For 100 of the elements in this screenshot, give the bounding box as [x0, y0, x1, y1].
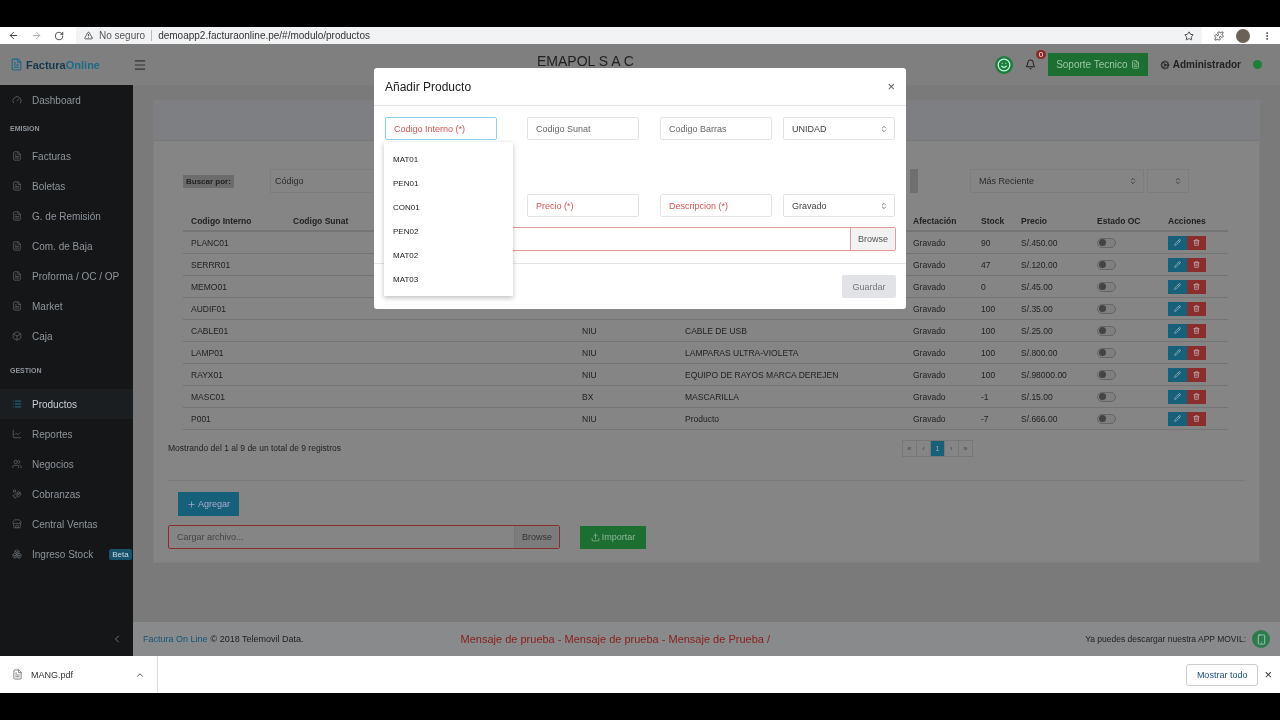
sidebar-item[interactable]: Com. de Baja: [0, 231, 133, 261]
column-header: Afectación: [913, 216, 958, 226]
download-filename: MANG.pdf: [31, 669, 73, 680]
table-cell-text: Producto: [685, 413, 721, 424]
show-all-button[interactable]: Mostrar todo: [1185, 663, 1259, 686]
input-field[interactable]: Precio (*): [527, 194, 639, 217]
address-bar[interactable]: No seguro demoapp2.facturaonline.pe/#/modulo/productos: [76, 27, 1202, 44]
table-cell-text: Gravado: [913, 303, 947, 314]
table-cell-text: 0: [981, 281, 987, 292]
input-field[interactable]: Descripcion (*): [660, 194, 772, 217]
close-button[interactable]: ×: [887, 79, 895, 94]
sidebar-item[interactable]: Boletas: [0, 171, 133, 201]
suggestion-option[interactable]: MAT01: [384, 147, 513, 171]
security-label: No seguro: [99, 30, 153, 41]
app-promo-text: Ya puedes descargar nuestra APP MOVIL:: [1085, 634, 1246, 644]
table-cell-text: CABLE DE USB: [685, 325, 748, 336]
table-cell-text: MASC01: [191, 391, 226, 402]
table-cell-text: Gravado: [913, 237, 947, 248]
user-menu[interactable]: Administrador: [1159, 59, 1241, 70]
table-cell-text: AUDIF01: [191, 303, 227, 314]
table-cell-text: 100: [981, 347, 997, 358]
table-cell-text: PLANC01: [191, 237, 230, 248]
marquee-message: Mensaje de prueba - Mensaje de prueba - Mensaje de Prueba /: [460, 633, 770, 645]
table-cell-text: S/.35.00: [1021, 303, 1054, 314]
copyright-text: © 2018 Telemovil Data.: [210, 634, 304, 644]
table-cell-text: Gravado: [913, 259, 947, 270]
sidebar-item[interactable]: Negocios: [0, 449, 133, 479]
support-button[interactable]: Soporte Tecnico: [1048, 53, 1148, 76]
table-cell-text: S/.98000.00: [1021, 369, 1068, 380]
search-by-label: Buscar por:: [183, 174, 234, 188]
table-cell-text: SERRR01: [191, 259, 232, 270]
table-cell-text: NIU: [582, 369, 598, 380]
table-cell-text: 100: [981, 303, 997, 314]
table-cell-text: LAMPARAS ULTRA-VIOLETA: [685, 347, 800, 358]
sidebar-item[interactable]: Central Ventas: [0, 509, 133, 539]
sidebar-item[interactable]: Productos: [0, 389, 133, 419]
table-cell-text: 90: [981, 237, 992, 248]
table-cell-text: S/.450.00: [1021, 237, 1059, 248]
column-header: Codigo Interno: [191, 216, 253, 226]
table-cell-text: Gravado: [913, 325, 947, 336]
table-cell-text: MASCARILLA: [685, 391, 740, 402]
table-cell-text: 100: [981, 369, 997, 380]
select-field[interactable]: UNIDAD: [783, 117, 895, 140]
logo-text: FacturaOnline: [26, 58, 100, 71]
sort-select[interactable]: Más Reciente: [970, 169, 1144, 193]
add-button[interactable]: Agregar: [178, 492, 239, 516]
table-cell-text: Gravado: [913, 413, 947, 424]
column-header: Acciones: [1168, 216, 1207, 226]
table-cell-text: P001: [191, 413, 212, 424]
column-header: Estado OC: [1097, 216, 1142, 226]
table-cell-text: S/.25.00: [1021, 325, 1054, 336]
table-cell-text: -7: [981, 413, 990, 424]
table-cell-text: NIU: [582, 413, 598, 424]
sidebar-item[interactable]: Cobranzas: [0, 479, 133, 509]
table-cell-text: S/.666.00: [1021, 413, 1059, 424]
suggestion-option[interactable]: CON01: [384, 195, 513, 219]
dialog-title: Añadir Producto: [385, 79, 472, 94]
table-cell-text: 100: [981, 325, 997, 336]
table-cell-text: Gravado: [913, 281, 947, 292]
column-header: Codigo Sunat: [293, 216, 350, 226]
column-header: Precio: [1021, 216, 1048, 226]
input-field[interactable]: Codigo Interno (*): [385, 117, 497, 140]
browse-button[interactable]: Browse: [850, 228, 895, 250]
table-cell-text: Gravado: [913, 347, 947, 358]
table-cell-text: EQUIPO DE RAYOS MARCA DEREJEN: [685, 369, 840, 380]
suggestion-option[interactable]: PEN01: [384, 171, 513, 195]
sidebar-item[interactable]: Caja: [0, 321, 133, 351]
sidebar-item[interactable]: Dashboard: [0, 85, 133, 115]
column-header: Stock: [981, 216, 1006, 226]
records-summary: Mostrando del 1 al 9 de un total de 9 registros: [168, 443, 341, 453]
sidebar-item[interactable]: Facturas: [0, 141, 133, 171]
table-cell-text: Gravado: [913, 391, 947, 402]
table-cell-text: S/.120.00: [1021, 259, 1059, 270]
table-cell-text: BX: [582, 391, 595, 402]
table-cell-text: LAMP01: [191, 347, 225, 358]
sidebar-item[interactable]: G. de Remisión: [0, 201, 133, 231]
table-cell-text: S/.800.00: [1021, 347, 1059, 358]
table-cell-text: NIU: [582, 325, 598, 336]
table-cell-text: -1: [981, 391, 990, 402]
url-text: demoapp2.facturaonline.pe/#/modulo/productos: [158, 30, 370, 41]
suggestion-option[interactable]: MAT03: [384, 267, 513, 291]
sidebar-item[interactable]: Ingreso Stock Beta: [0, 539, 133, 569]
table-cell-text: S/.15.00: [1021, 391, 1054, 402]
table-cell-text: MEMO01: [191, 281, 228, 292]
table-cell-text: CABLE01: [191, 325, 230, 336]
table-cell-text: S/.45.00: [1021, 281, 1054, 292]
close-downloads-button[interactable]: ×: [1264, 667, 1272, 682]
beta-badge: Beta: [109, 548, 132, 560]
table-cell-text: 47: [981, 259, 992, 270]
table-cell-text: Gravado: [913, 369, 947, 380]
sidebar-item[interactable]: Market: [0, 291, 133, 321]
table-cell-text: RAYX01: [191, 369, 224, 380]
company-name: EMAPOL S A C: [537, 52, 634, 69]
sidebar-item[interactable]: Reportes: [0, 419, 133, 449]
table-cell-text: NIU: [582, 347, 598, 358]
search-field[interactable]: Código: [269, 169, 375, 193]
select-field[interactable]: Gravado: [783, 194, 895, 217]
input-field[interactable]: Codigo Sunat: [527, 117, 639, 140]
sidebar-item[interactable]: Proforma / OC / OP: [0, 261, 133, 291]
input-field[interactable]: Codigo Barras: [660, 117, 772, 140]
